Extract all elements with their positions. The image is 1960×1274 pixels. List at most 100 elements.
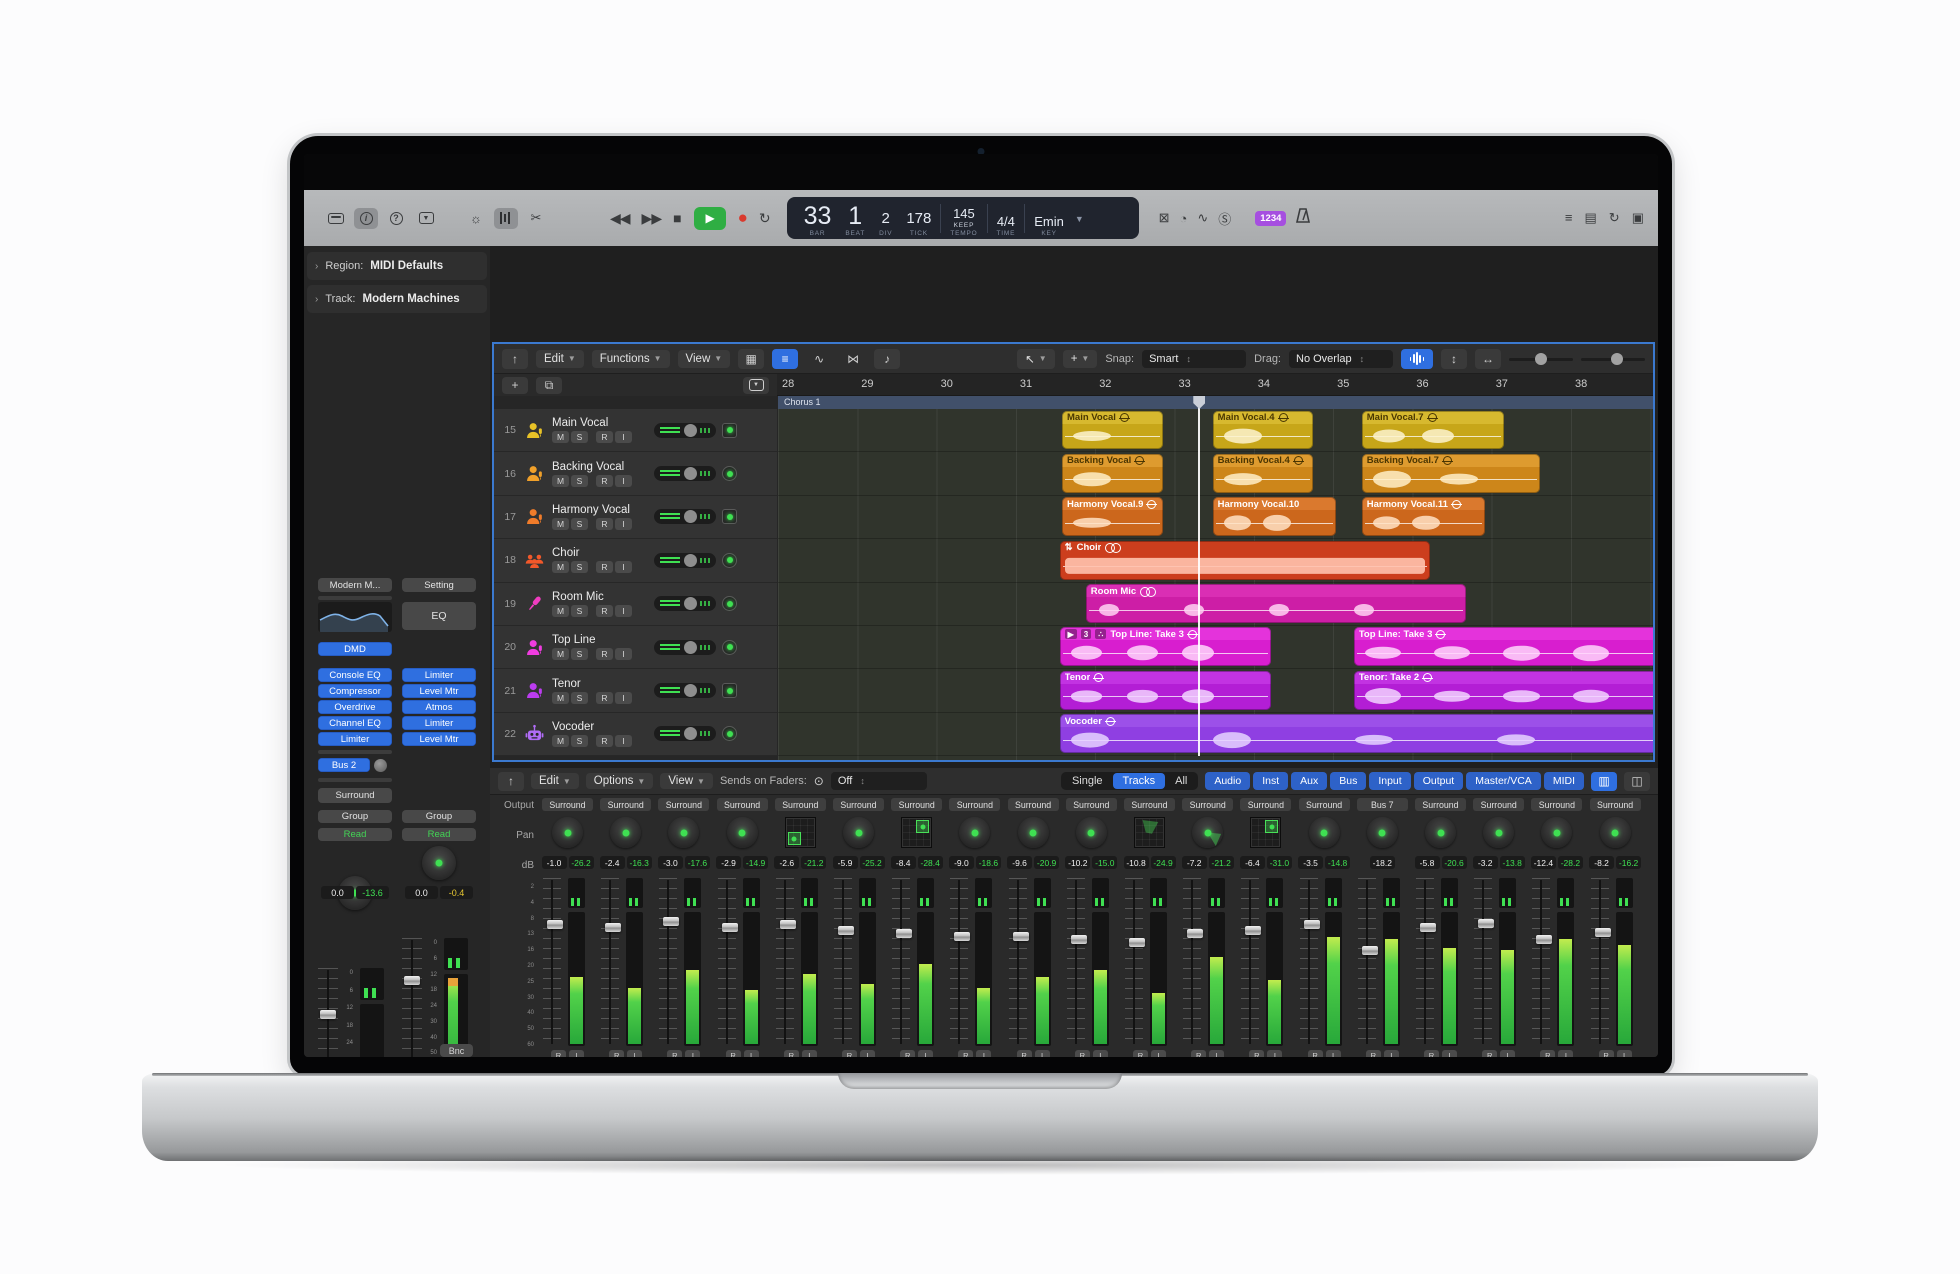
grid-view-button[interactable]: ▦ — [738, 348, 765, 369]
solo-button[interactable]: S — [571, 517, 588, 530]
region-inspector-row[interactable]: › Region: MIDI Defaults — [307, 252, 487, 280]
library-button[interactable] — [324, 208, 348, 229]
fader-cap[interactable] — [404, 976, 420, 985]
solo-button[interactable]: S — [571, 431, 588, 444]
vertical-auto-zoom-button[interactable]: ↕ — [1441, 348, 1467, 369]
volume-value[interactable]: -10.2 — [1065, 856, 1091, 869]
pan-control[interactable] — [1366, 817, 1398, 848]
track-lane[interactable]: Harmony Vocal.9 Harmony Vocal.10 Harmony V… — [778, 496, 1653, 540]
horizontal-zoom-slider[interactable] — [1581, 352, 1645, 366]
volume-value[interactable]: -18.2 — [1369, 856, 1395, 869]
fader-cap[interactable] — [838, 926, 854, 935]
toolbar-button[interactable]: ▼ — [414, 208, 438, 229]
solo-button[interactable]: S — [571, 734, 588, 747]
send-button[interactable]: Bus 2 — [318, 758, 370, 772]
track-lane[interactable]: Room MicRoom Mic.1 — [778, 583, 1653, 626]
volume-value[interactable]: -2.6 — [774, 856, 800, 869]
mute-button[interactable]: M — [552, 648, 569, 661]
output-button[interactable]: Surround — [318, 788, 392, 803]
pan-control[interactable] — [1134, 817, 1165, 848]
automation-read-button[interactable]: R — [900, 1050, 916, 1057]
region[interactable]: Top Line: Take 3 — [1353, 627, 1653, 667]
metronome-icon[interactable] — [1296, 208, 1311, 228]
flex-button[interactable]: ♪ — [874, 348, 901, 369]
take-play-icon[interactable]: ▶ — [1064, 629, 1077, 640]
pan-control[interactable] — [959, 817, 991, 848]
channel-fader[interactable] — [1241, 878, 1262, 1046]
input-monitor-indicator[interactable] — [722, 596, 737, 612]
pan-control[interactable] — [1308, 817, 1340, 848]
automation-read-button[interactable]: R — [1191, 1050, 1207, 1057]
track-pan-knob[interactable] — [684, 423, 697, 437]
automation-read-button[interactable]: R — [1424, 1050, 1439, 1057]
track-header[interactable]: 19 Room Mic M S R I — [494, 582, 777, 626]
region[interactable]: Room Mic — [1085, 584, 1467, 623]
mixer-button[interactable] — [494, 207, 518, 229]
pan-control[interactable] — [1192, 817, 1224, 848]
automation-read-button[interactable]: R — [1482, 1050, 1498, 1057]
region[interactable]: ⇅ Choir — [1059, 540, 1430, 580]
volume-value[interactable]: -3.2 — [1472, 856, 1498, 869]
automation-read-button[interactable]: R — [1540, 1050, 1556, 1057]
smart-controls-button[interactable]: ☼ — [464, 208, 488, 229]
input-monitor-indicator[interactable] — [722, 552, 737, 568]
fader-cap[interactable] — [954, 932, 971, 941]
output-button[interactable]: Surround — [1531, 798, 1583, 811]
pan-control[interactable] — [726, 817, 758, 848]
output-button[interactable]: Surround — [1473, 798, 1525, 811]
secondary-tool-menu[interactable]: + ▼ — [1062, 349, 1098, 368]
channel-fader[interactable] — [1532, 878, 1553, 1046]
input-monitor-button[interactable]: I — [1442, 1050, 1457, 1057]
view-menu[interactable]: View ▼ — [677, 349, 731, 368]
mute-button[interactable]: M — [552, 734, 569, 747]
track-header[interactable]: 22 Vocoder M S R I — [494, 712, 777, 757]
record-button[interactable]: R — [596, 604, 613, 617]
input-monitor-button[interactable]: I — [1616, 1050, 1632, 1057]
track-pan-knob[interactable] — [684, 597, 697, 611]
eq-slot-button[interactable]: EQ — [402, 602, 476, 630]
plugin-slot-limiter[interactable]: Limiter — [402, 716, 476, 730]
track-inspector-row[interactable]: › Track: Modern Machines — [307, 285, 487, 313]
volume-value[interactable]: -5.8 — [1414, 856, 1440, 869]
channel-fader[interactable] — [543, 878, 563, 1046]
fader-cap[interactable] — [721, 923, 738, 932]
pan-control[interactable] — [668, 817, 700, 848]
plugin-slot-channel-eq[interactable]: Channel EQ — [318, 716, 392, 730]
fader-cap[interactable] — [1478, 919, 1495, 928]
input-monitor-button[interactable]: I — [1500, 1050, 1516, 1057]
automation-read-button[interactable]: R — [958, 1050, 974, 1057]
fader-cap[interactable] — [1361, 946, 1378, 955]
output-button[interactable]: Surround — [1240, 798, 1292, 811]
pan-control[interactable] — [1250, 817, 1282, 848]
region[interactable]: Tenor — [1059, 670, 1272, 710]
playhead[interactable] — [1193, 396, 1206, 756]
input-monitor-button[interactable]: I — [1151, 1050, 1166, 1057]
volume-value[interactable]: -3.0 — [657, 856, 683, 869]
automation-read-button[interactable]: R — [1249, 1050, 1265, 1057]
channel-fader[interactable] — [1299, 878, 1320, 1046]
region[interactable]: Backing Vocal — [1062, 453, 1163, 493]
automation-read-button[interactable]: R — [551, 1050, 566, 1057]
track-header[interactable]: 16 Backing Vocal M S R I — [494, 452, 777, 496]
channel-fader[interactable] — [1008, 878, 1029, 1046]
editors-button[interactable]: ✂ — [524, 208, 548, 229]
fader-cap[interactable] — [1536, 935, 1553, 944]
group-button[interactable]: Group — [318, 810, 392, 823]
channel-fader[interactable] — [892, 878, 913, 1046]
volume-value[interactable]: 0.0 — [405, 886, 438, 899]
input-button[interactable]: I — [615, 474, 632, 487]
mute-button[interactable]: M — [552, 517, 569, 530]
tempo-gauge-icon[interactable]: ◔ — [1179, 211, 1187, 226]
track-pan-knob[interactable] — [684, 684, 697, 698]
gain-slot[interactable] — [318, 596, 392, 600]
pan-control[interactable] — [552, 817, 583, 848]
track-header[interactable]: 15 Main Vocal M S R I — [494, 409, 777, 453]
send-knob[interactable] — [374, 758, 387, 772]
automation-read-button[interactable]: R — [1307, 1050, 1323, 1057]
waveform-zoom-button[interactable] — [1401, 348, 1433, 369]
track-header[interactable]: 21 Tenor M S R I — [494, 669, 777, 713]
tuner-icon[interactable]: ∿ — [1197, 210, 1208, 226]
pan-control[interactable] — [1483, 817, 1515, 848]
stop-button[interactable]: ■ — [673, 210, 681, 226]
automation-read-button[interactable]: R — [1074, 1050, 1090, 1057]
